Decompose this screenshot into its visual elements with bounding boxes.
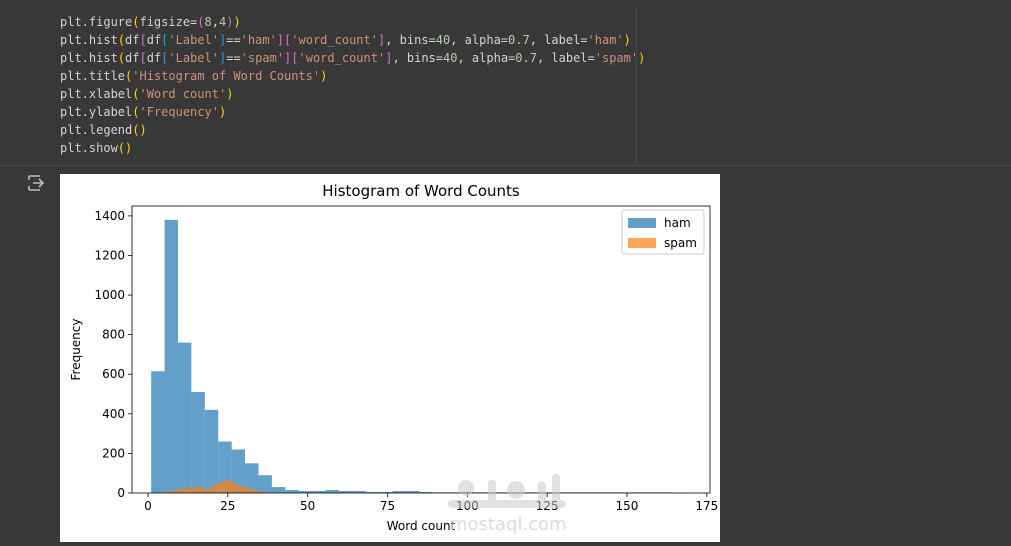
histogram-chart: 0 25 50 75 100 125 150 175 0 200 400 600 800 1000 1200… bbox=[69, 182, 718, 533]
histogram-bar-ham bbox=[271, 487, 286, 493]
histogram-bar-spam bbox=[253, 490, 257, 493]
histogram-bar-spam bbox=[205, 490, 209, 493]
y-tick-label: 200 bbox=[102, 446, 125, 460]
histogram-bar-spam bbox=[173, 490, 177, 493]
histogram-bar-ham bbox=[177, 342, 192, 493]
code-line: plt.show() bbox=[60, 141, 133, 155]
x-tick-label: 75 bbox=[380, 499, 395, 513]
histogram-bar-spam bbox=[211, 485, 216, 493]
x-tick-label: 125 bbox=[536, 499, 559, 513]
x-tick-label: 175 bbox=[695, 499, 718, 513]
chart-figure: 0 25 50 75 100 125 150 175 0 200 400 600 800 1000 1200… bbox=[60, 174, 720, 542]
code-line: plt.figure(figsize=(8,4)) bbox=[60, 15, 241, 29]
notebook-cell: plt.figure(figsize=(8,4)) plt.hist(df[df[… bbox=[0, 0, 1011, 546]
code-line: plt.hist(df[df['Label']=='spam']['word_c… bbox=[60, 51, 646, 65]
histogram-bar-ham bbox=[191, 392, 205, 493]
code-line: plt.legend() bbox=[60, 123, 147, 137]
code-line: plt.ylabel('Frequency') bbox=[60, 105, 227, 119]
histogram-bar-spam bbox=[250, 489, 254, 493]
histogram-bar-spam bbox=[237, 485, 241, 493]
y-tick-label: 800 bbox=[102, 328, 125, 342]
code-line: plt.xlabel('Word count') bbox=[60, 87, 234, 101]
histogram-bar-spam bbox=[234, 484, 238, 493]
x-tick-label: 50 bbox=[300, 499, 315, 513]
histogram-bar-ham bbox=[151, 371, 165, 493]
x-tick-label: 0 bbox=[144, 499, 152, 513]
cell-divider bbox=[0, 165, 1011, 166]
histogram-bar-spam bbox=[221, 481, 225, 493]
output-toggle-icon[interactable] bbox=[26, 174, 46, 192]
y-tick-label: 1200 bbox=[94, 248, 125, 262]
y-tick-label: 1000 bbox=[94, 288, 125, 302]
histogram-bar-ham bbox=[285, 490, 299, 493]
histogram-bar-spam bbox=[208, 488, 212, 493]
y-axis-label: Frequency bbox=[69, 319, 83, 381]
histogram-bar-spam bbox=[183, 489, 187, 493]
histogram-bar-ham bbox=[325, 490, 339, 493]
legend-swatch-ham bbox=[628, 218, 656, 228]
legend-label-ham: ham bbox=[664, 216, 691, 230]
histogram-bar-spam bbox=[176, 489, 180, 493]
histogram-bar-spam bbox=[240, 486, 244, 493]
histogram-bar-spam bbox=[246, 488, 251, 493]
chart-title: Histogram of Word Counts bbox=[322, 182, 520, 200]
histogram-bar-spam bbox=[215, 484, 219, 493]
histogram-bar-spam bbox=[192, 488, 196, 493]
code-line: plt.title('Histogram of Word Counts') bbox=[60, 69, 328, 83]
y-tick-label: 1400 bbox=[94, 209, 125, 223]
y-tick-label: 0 bbox=[117, 486, 125, 500]
histogram-bar-spam bbox=[224, 479, 228, 493]
code-line: plt.hist(df[df['Label']=='ham']['word_co… bbox=[60, 33, 631, 47]
legend-swatch-spam bbox=[628, 238, 656, 248]
histogram-bar-spam bbox=[179, 488, 184, 493]
histogram-bar-ham bbox=[164, 219, 178, 493]
x-axis-label: Word count bbox=[387, 519, 456, 533]
x-tick-label: 25 bbox=[220, 499, 235, 513]
histogram-bar-spam bbox=[186, 489, 190, 493]
histogram-bar-ham bbox=[204, 409, 219, 493]
histogram-bar-spam bbox=[202, 489, 206, 493]
histogram-bar-spam bbox=[218, 483, 222, 493]
legend-label-spam: spam bbox=[664, 236, 697, 250]
x-tick-label: 100 bbox=[456, 499, 479, 513]
y-tick-label: 400 bbox=[102, 407, 125, 421]
histogram-bar-spam bbox=[243, 487, 247, 493]
histogram-bar-spam bbox=[189, 487, 193, 493]
y-tick-label: 600 bbox=[102, 367, 125, 381]
histogram-bar-spam bbox=[195, 486, 200, 493]
histogram-bar-ham bbox=[258, 475, 272, 493]
x-tick-label: 150 bbox=[616, 499, 639, 513]
histogram-bar-spam bbox=[227, 480, 231, 493]
histogram-bar-spam bbox=[199, 487, 203, 493]
code-text[interactable]: plt.figure(figsize=(8,4)) plt.hist(df[df[… bbox=[60, 13, 645, 157]
histogram-bar-spam bbox=[230, 482, 235, 493]
